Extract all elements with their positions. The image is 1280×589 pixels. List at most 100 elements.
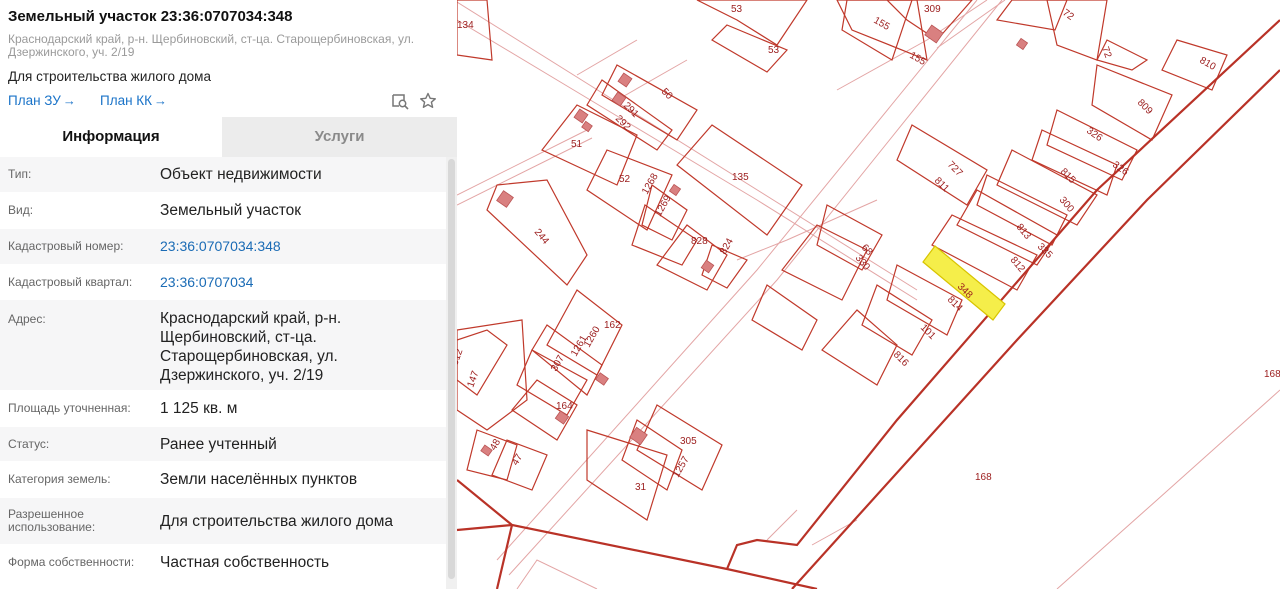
- building-marker: [629, 426, 648, 446]
- parcel-boundary[interactable]: [821, 309, 898, 386]
- plan-kk-link[interactable]: План КК →: [100, 93, 167, 108]
- info-label: Кадастровый квартал:: [8, 274, 133, 289]
- building-marker: [573, 108, 589, 124]
- building-marker: [581, 120, 593, 133]
- arrow-right-icon: →: [154, 93, 168, 108]
- parcel-boundary[interactable]: [621, 419, 683, 491]
- parcel-number-label: 53: [731, 4, 743, 15]
- parcel-boundary[interactable]: [466, 429, 518, 481]
- info-label: Статус:: [8, 436, 50, 451]
- info-value: Ранее учтенный: [160, 435, 277, 453]
- parcel-number-label: 72: [1099, 45, 1113, 60]
- parcel-number-label: 312: [457, 347, 466, 367]
- info-row-permitted-use: Разрешенное использование: Для строитель…: [0, 498, 446, 545]
- parcel-address: Краснодарский край, р-н. Щербиновский, с…: [8, 32, 415, 59]
- parcel-number-label: 809: [1135, 97, 1155, 117]
- building-marker: [668, 183, 682, 197]
- parcel-number-label: 47: [510, 452, 525, 468]
- plan-kk-label: План КК: [100, 93, 153, 108]
- scrollbar-thumb[interactable]: [448, 159, 455, 579]
- parcel-boundary[interactable]: [1031, 129, 1118, 196]
- plan-zu-label: План ЗУ: [8, 93, 61, 108]
- info-label: Категория земель:: [8, 472, 111, 486]
- info-row-kind: Вид: Земельный участок: [0, 193, 446, 229]
- map-canvas[interactable]: 1345353155155309 727281080932632681530081…: [457, 0, 1280, 589]
- info-label: Форма собственности:: [8, 555, 135, 569]
- parcel-number-label: 155: [872, 15, 892, 33]
- parcel-number-label: 168: [975, 472, 992, 483]
- parcel-number-label: 828: [691, 236, 708, 247]
- info-row-ownership: Форма собственности: Частная собственнос…: [0, 545, 446, 581]
- parcel-number-label: 168: [1264, 369, 1280, 380]
- cadastral-map[interactable]: 134 53 53 155 155 309 72 72 810 809 326 326 815 300 81…: [457, 0, 1280, 589]
- building-marker: [1015, 37, 1029, 51]
- parcel-boundary[interactable]: [995, 0, 1068, 31]
- cadastral-number-link[interactable]: 23:36:0707034:348: [160, 237, 446, 256]
- parcel-boundary[interactable]: [1161, 39, 1228, 91]
- parcel-number-label: 1269: [653, 193, 674, 218]
- cadastral-quarter-link[interactable]: 23:36:0707034: [160, 273, 446, 292]
- parcel-number-label: 51: [571, 139, 583, 150]
- parcel-number-label: 824: [718, 236, 736, 256]
- info-label: Разрешенное использование:: [8, 507, 96, 534]
- parcel-number-label: 164: [556, 401, 573, 412]
- info-value: 1 125 кв. м: [160, 400, 238, 417]
- building-marker: [617, 72, 633, 88]
- info-row-type: Тип: Объект недвижимости: [0, 157, 446, 193]
- info-value: Частная собственность: [160, 554, 330, 571]
- info-row-cadastral-number: Кадастровый номер: 23:36:0707034:348: [0, 229, 446, 265]
- tab-services[interactable]: Услуги: [222, 117, 457, 157]
- building-marker: [496, 190, 514, 208]
- parcel-purpose: Для строительства жилого дома: [8, 69, 211, 84]
- parcel-boundary[interactable]: [656, 224, 728, 291]
- parcel-number-label: 1268: [640, 171, 661, 196]
- panel-scrollbar[interactable]: [446, 157, 457, 589]
- parcel-number-label: 309: [924, 4, 941, 15]
- info-label: Вид:: [8, 203, 34, 217]
- parcel-number-label: 50: [659, 86, 675, 102]
- info-value: Объект недвижимости: [160, 166, 322, 183]
- info-label: Кадастровый номер:: [8, 239, 124, 253]
- parcel-number-label: 811: [932, 175, 951, 194]
- parcel-boundary[interactable]: [1091, 64, 1173, 141]
- map-search-icon[interactable]: [390, 91, 410, 111]
- arrow-right-icon: →: [62, 93, 76, 108]
- info-row-status: Статус: Ранее учтенный: [0, 427, 446, 462]
- star-icon[interactable]: [418, 91, 438, 111]
- parcel-number-label: 300: [1057, 195, 1076, 215]
- parcel-number-label: 813: [1014, 222, 1033, 242]
- parcel-title: Земельный участок 23:36:0707034:348: [8, 8, 293, 25]
- info-value: Земли населённых пунктов: [160, 471, 358, 488]
- parcel-number-label: 162: [604, 320, 621, 331]
- info-row-cadastral-quarter: Кадастровый квартал: 23:36:0707034: [0, 265, 446, 300]
- info-value: Земельный участок: [160, 202, 302, 219]
- parcel-number-label: 53: [768, 45, 780, 56]
- building-marker: [924, 24, 944, 44]
- parcel-boundary[interactable]: [586, 429, 668, 521]
- parcel-number-label: 1257: [671, 454, 692, 479]
- info-row-land-category: Категория земель: Земли населённых пункт…: [0, 462, 446, 498]
- plan-zu-link[interactable]: План ЗУ →: [8, 93, 76, 108]
- parcel-number-label: 814: [945, 294, 965, 314]
- parcel-number-label: 727: [945, 159, 965, 179]
- info-label: Адрес:: [8, 312, 46, 326]
- parcel-number-label: 147: [465, 369, 481, 389]
- parcel-number-label: 810: [1198, 55, 1218, 73]
- parcel-boundary[interactable]: [1046, 0, 1108, 61]
- parcel-number-label: 155: [908, 50, 928, 68]
- info-row-address: Адрес: Краснодарский край, р-н. Щербинов…: [0, 300, 446, 391]
- info-value: Для строительства жилого дома: [160, 512, 394, 530]
- tab-info[interactable]: Информация: [0, 117, 222, 157]
- panel-header: Земельный участок 23:36:0707034:348 Крас…: [0, 0, 457, 113]
- info-panel: Земельный участок 23:36:0707034:348 Крас…: [0, 0, 457, 589]
- parcel-boundary[interactable]: [751, 284, 818, 351]
- parcel-number-label: 134: [457, 20, 474, 31]
- parcel-boundary[interactable]: [816, 204, 883, 271]
- parcel-number-label: 52: [619, 174, 631, 185]
- parcel-number-label: 31: [635, 482, 647, 493]
- parcel-number-label: 135: [732, 172, 749, 183]
- info-label: Тип:: [8, 167, 32, 181]
- parcel-number-label: 305: [680, 436, 697, 447]
- parcel-number-label: 326: [1084, 125, 1104, 144]
- info-row-area: Площадь уточненная: 1 125 кв. м: [0, 391, 446, 427]
